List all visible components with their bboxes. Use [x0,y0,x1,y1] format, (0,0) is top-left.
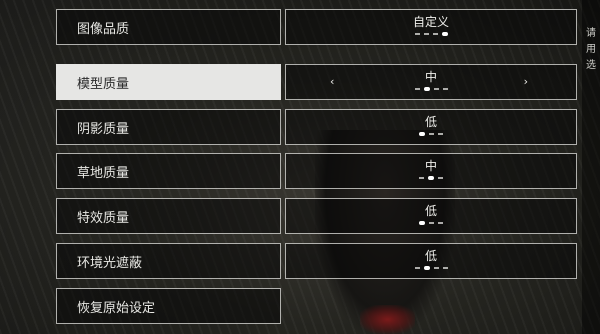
setting-value-image-quality[interactable]: 自定义 [285,9,577,45]
level-dot [433,267,439,269]
level-dot [419,177,424,179]
level-dot [438,133,443,135]
setting-label-text: 草地质量 [77,165,130,181]
setting-value-text: 低 [424,115,437,129]
level-indicator [286,221,576,225]
setting-value-ambient-occlusion[interactable]: 低 [285,243,577,279]
level-indicator [286,266,576,270]
setting-label-text: 阴影质量 [77,121,130,137]
level-dot [433,88,439,90]
level-dot-active [441,32,448,36]
setting-label-effects-quality[interactable]: 特效质量 [56,198,281,234]
level-dot [429,133,434,135]
setting-value-text: 低 [424,249,437,263]
level-dot-active [428,176,434,180]
level-dot-active [419,132,425,136]
level-dot [423,33,429,35]
setting-label-shadow-quality[interactable]: 阴影质量 [56,109,281,145]
setting-value-effects-quality[interactable]: 低 [285,198,577,234]
setting-label-text: 模型质量 [77,76,130,92]
setting-label-image-quality[interactable]: 图像品质 [56,9,281,45]
level-dot [432,33,438,35]
setting-value-text: 中 [424,70,437,84]
level-dot [442,267,448,269]
setting-label-text: 特效质量 [77,210,130,226]
setting-label-text: 环境光遮蔽 [77,255,143,271]
level-dot [438,177,443,179]
level-dot-active [419,221,425,225]
level-indicator [286,87,576,91]
level-dot [414,88,420,90]
setting-value-grass-quality[interactable]: 中 [285,153,577,189]
level-dot [442,88,448,90]
level-dot-active [423,87,430,91]
level-dot [438,222,443,224]
side-description-text: 请用选 [586,28,596,71]
setting-value-shadow-quality[interactable]: 低 [285,109,577,145]
level-indicator [286,176,576,180]
level-dot [429,222,434,224]
reset-defaults-button[interactable]: 恢复原始设定 [56,288,281,324]
level-dot [414,267,420,269]
setting-label-text: 图像品质 [77,21,130,37]
level-dot-active [423,266,430,270]
setting-value-text: 中 [424,159,437,173]
level-dot [414,33,420,35]
setting-value-model-quality[interactable]: ‹ 中 › [285,64,577,100]
setting-value-text: 低 [424,204,437,218]
character-red-sash [360,305,415,334]
setting-label-ambient-occlusion[interactable]: 环境光遮蔽 [56,243,281,279]
reset-defaults-label: 恢复原始设定 [77,300,156,316]
setting-label-model-quality[interactable]: 模型质量 [56,64,281,100]
setting-label-grass-quality[interactable]: 草地质量 [56,153,281,189]
level-indicator [286,32,576,36]
setting-value-text: 自定义 [412,15,449,29]
level-indicator [286,132,576,136]
